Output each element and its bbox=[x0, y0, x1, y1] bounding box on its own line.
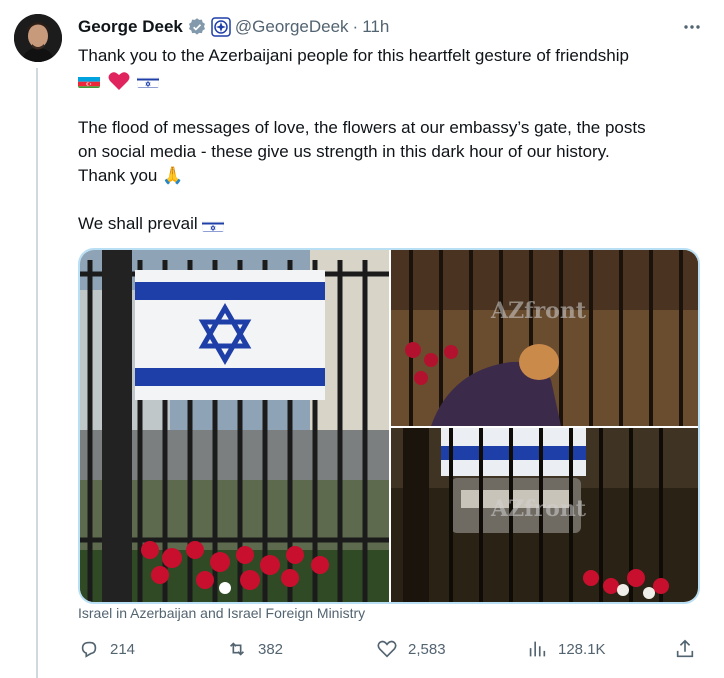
watermark-text: AZfront bbox=[490, 298, 587, 324]
photo-flag-at-night[interactable]: AZfront bbox=[391, 428, 698, 602]
tweet-header: George Deek @GeorgeDeek · 11h bbox=[78, 15, 704, 39]
author-name[interactable]: George Deek bbox=[78, 17, 183, 37]
avatar-image bbox=[14, 14, 62, 62]
tweet-last-line: We shall prevail bbox=[78, 212, 708, 236]
org-badge-icon[interactable] bbox=[211, 17, 231, 37]
tweet-text: Thank you to the Azerbaijani people for … bbox=[78, 44, 708, 236]
pray-emoji-icon: 🙏 bbox=[162, 166, 184, 185]
emoji-row bbox=[78, 68, 708, 92]
like-icon bbox=[377, 640, 397, 658]
we-shall-prevail-text: We shall prevail bbox=[78, 214, 198, 233]
thank-you-text: Thank you bbox=[78, 166, 158, 185]
repost-icon bbox=[229, 642, 245, 656]
like-count: 2,583 bbox=[408, 640, 446, 658]
view-count: 128.1K bbox=[558, 640, 606, 658]
thread-line bbox=[36, 68, 38, 678]
separator-dot: · bbox=[352, 17, 359, 36]
views-button[interactable]: 128.1K bbox=[526, 636, 606, 662]
israel-flag-icon bbox=[137, 74, 160, 88]
photo-woman-at-fence[interactable]: AZfront bbox=[391, 250, 698, 426]
tweet-para2-line2: on social media - these give us strength… bbox=[78, 142, 610, 161]
reply-count: 214 bbox=[110, 640, 136, 658]
like-button[interactable]: 2,583 bbox=[376, 636, 446, 662]
tweet-para2-line1: The flood of messages of love, the flowe… bbox=[78, 118, 646, 137]
verified-badge-icon[interactable] bbox=[187, 17, 207, 37]
action-bar: 214 382 2,583 128.1K bbox=[78, 636, 698, 662]
share-button[interactable] bbox=[674, 636, 706, 662]
heart-icon bbox=[108, 71, 130, 91]
watermark-text-2: AZfront bbox=[490, 496, 587, 522]
media-caption[interactable]: Israel in Azerbaijan and Israel Foreign … bbox=[78, 605, 365, 621]
repost-count: 382 bbox=[258, 640, 284, 658]
views-icon bbox=[529, 641, 546, 657]
reply-icon bbox=[81, 641, 97, 658]
share-icon bbox=[676, 639, 694, 658]
israel-flag-icon-2 bbox=[202, 218, 225, 232]
timestamp[interactable]: 11h bbox=[362, 17, 389, 37]
media-grid[interactable]: AZfront AZfront bbox=[78, 248, 700, 604]
avatar[interactable] bbox=[14, 14, 62, 62]
more-icon[interactable] bbox=[680, 15, 704, 39]
reply-button[interactable]: 214 bbox=[78, 636, 135, 662]
azerbaijan-flag-icon bbox=[78, 74, 100, 88]
tweet-line-1: Thank you to the Azerbaijani people for … bbox=[78, 46, 629, 65]
photo-flag-at-gate[interactable] bbox=[80, 250, 389, 602]
author-handle[interactable]: @GeorgeDeek bbox=[235, 17, 349, 37]
tweet-para2-line3: Thank you 🙏 bbox=[78, 164, 708, 188]
repost-button[interactable]: 382 bbox=[226, 636, 283, 662]
blank-line-2 bbox=[78, 188, 708, 212]
